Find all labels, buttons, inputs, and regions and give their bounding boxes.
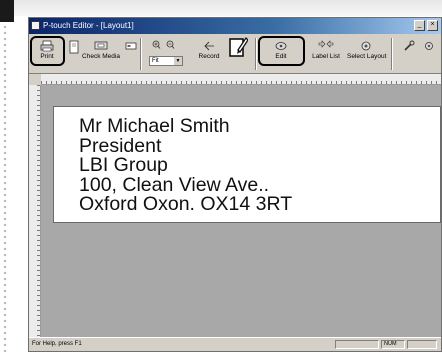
close-icon[interactable]: × — [427, 20, 438, 31]
zoom-select[interactable]: Fit ▼ — [149, 56, 183, 66]
label-list-icon — [318, 40, 334, 48]
label-canvas[interactable]: Mr Michael Smith President LBI Group 100… — [53, 106, 441, 223]
label-line-city: Oxford Oxon. OX14 3RT — [79, 193, 293, 215]
preview-button[interactable] — [68, 37, 80, 71]
record-button[interactable]: Record — [191, 37, 227, 71]
toolbar: Print Check Media Fit ▼ Record Edit Labe… — [29, 34, 441, 74]
label-list-button[interactable]: Label List — [309, 37, 343, 71]
status-pane-empty — [335, 340, 379, 349]
edit-callout — [258, 36, 305, 66]
page-header-bar — [14, 0, 442, 16]
label-line-name: Mr Michael Smith — [79, 115, 230, 137]
record-icon — [204, 41, 214, 51]
vertical-ruler — [29, 85, 41, 339]
status-pane-extra — [407, 340, 437, 349]
address-text-object[interactable]: Mr Michael Smith President LBI Group 100… — [79, 115, 293, 215]
app-icon — [31, 21, 40, 30]
zoom-icons[interactable] — [150, 40, 180, 50]
select-layout-label: Select Layout — [347, 53, 387, 60]
ruler-corner — [29, 74, 41, 85]
pencil-icon — [229, 36, 248, 57]
edit-mode-indicator — [227, 32, 249, 66]
options-button[interactable] — [421, 37, 437, 71]
print-callout — [30, 36, 65, 66]
page-icon — [69, 40, 79, 54]
window-title: P-touch Editor - [Layout1] — [43, 21, 134, 30]
app-window: P-touch Editor - [Layout1] _ × Print Che… — [28, 17, 442, 352]
toolbar-separator — [391, 38, 393, 70]
select-layout-icon — [361, 41, 371, 51]
label-line-company: LBI Group — [79, 154, 168, 176]
select-layout-button[interactable]: Select Layout — [347, 37, 387, 71]
status-bar: For Help, press F1 NUM — [29, 337, 441, 351]
minimize-icon[interactable]: _ — [414, 20, 425, 31]
zoom-value: Fit — [152, 58, 159, 64]
dotted-margin — [2, 24, 8, 352]
layout-workspace[interactable]: Mr Michael Smith President LBI Group 100… — [41, 85, 441, 339]
chevron-down-icon: ▼ — [174, 57, 182, 65]
tape-icon — [125, 42, 137, 50]
horizontal-ruler — [41, 74, 441, 85]
step-marker — [0, 0, 14, 22]
label-list-label: Label List — [312, 53, 340, 60]
status-help-text: For Help, press F1 — [32, 341, 82, 347]
toolbar-separator — [140, 38, 142, 70]
record-label: Record — [198, 53, 220, 60]
tools-button[interactable] — [401, 37, 417, 71]
gear-icon — [425, 42, 433, 50]
toolbar-separator — [255, 38, 257, 70]
wrench-icon — [404, 40, 415, 51]
check-media-label: Check Media — [82, 53, 120, 60]
check-media-icon — [94, 41, 108, 50]
label-tape-button[interactable] — [124, 37, 138, 71]
num-lock-indicator: NUM — [381, 340, 405, 349]
check-media-button[interactable]: Check Media — [81, 37, 121, 71]
